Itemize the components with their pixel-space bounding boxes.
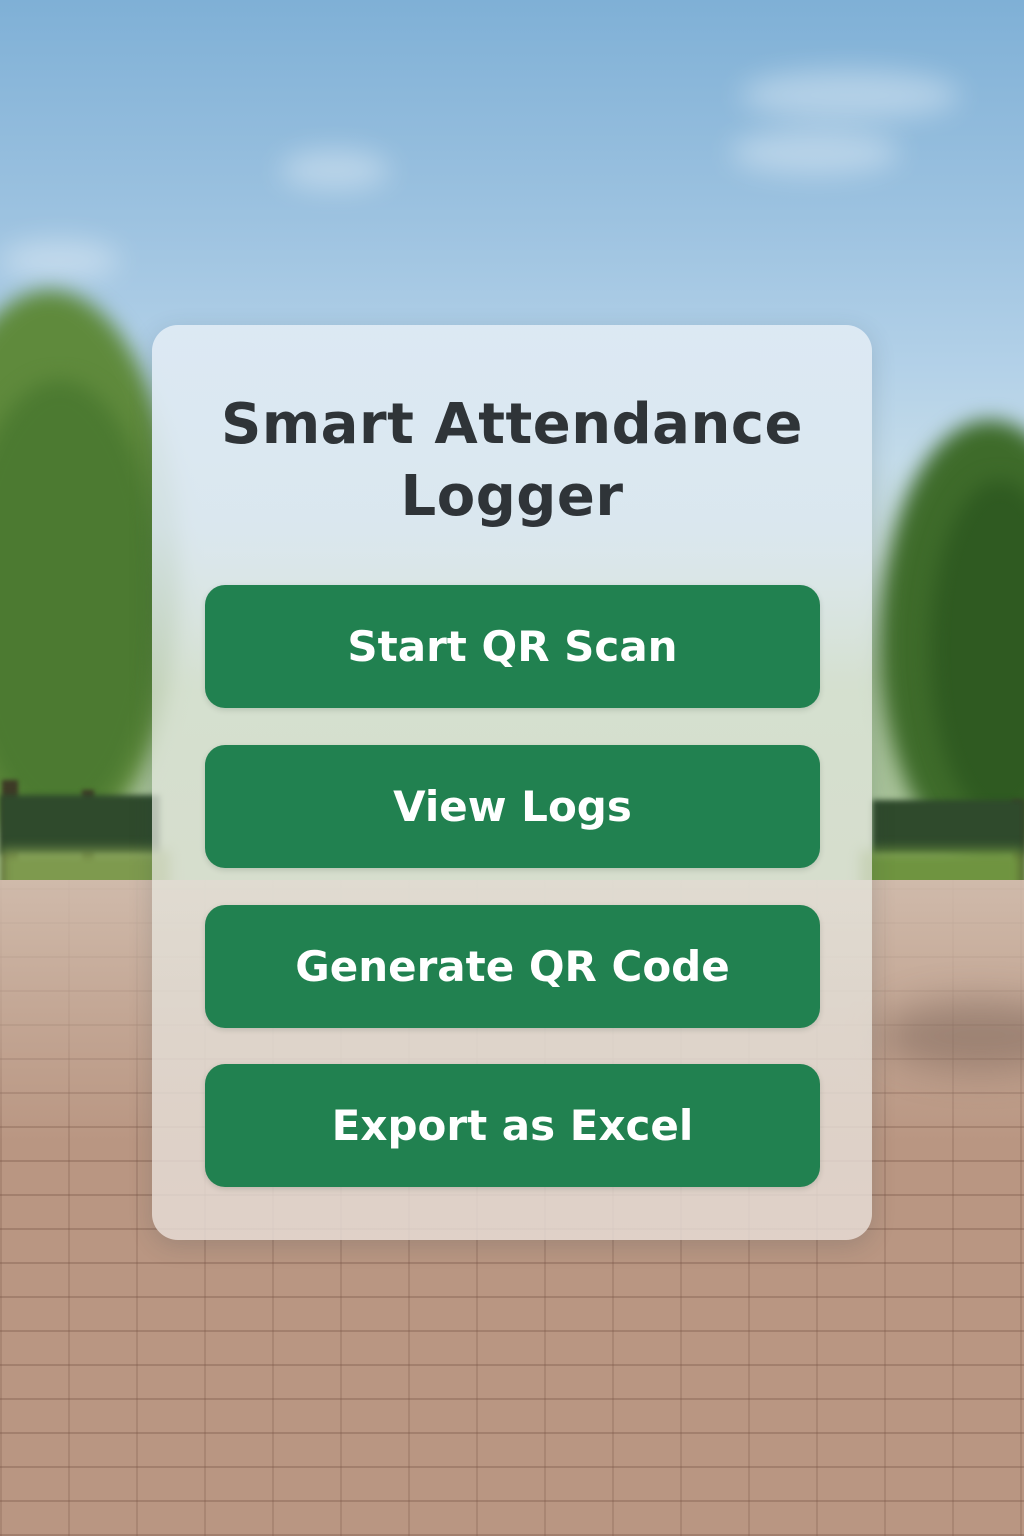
export-excel-label: Export as Excel [331,1101,694,1150]
view-logs-button[interactable]: View Logs [205,745,820,868]
app-title-line-1: Smart Attendance [221,392,803,457]
app-title: Smart Attendance Logger [152,389,872,533]
cloud [740,70,960,120]
export-excel-button[interactable]: Export as Excel [205,1064,820,1187]
start-qr-scan-button[interactable]: Start QR Scan [205,585,820,708]
hedge [872,800,1024,855]
generate-qr-code-button[interactable]: Generate QR Code [205,905,820,1028]
hedge [0,795,160,855]
cloud [730,130,900,175]
start-qr-scan-label: Start QR Scan [347,622,678,671]
menu-card: Smart Attendance Logger Start QR Scan Vi… [152,325,872,1240]
cloud [0,240,120,280]
cloud [280,150,390,190]
generate-qr-code-label: Generate QR Code [295,942,730,991]
view-logs-label: View Logs [393,782,632,831]
app-title-line-2: Logger [400,464,624,529]
